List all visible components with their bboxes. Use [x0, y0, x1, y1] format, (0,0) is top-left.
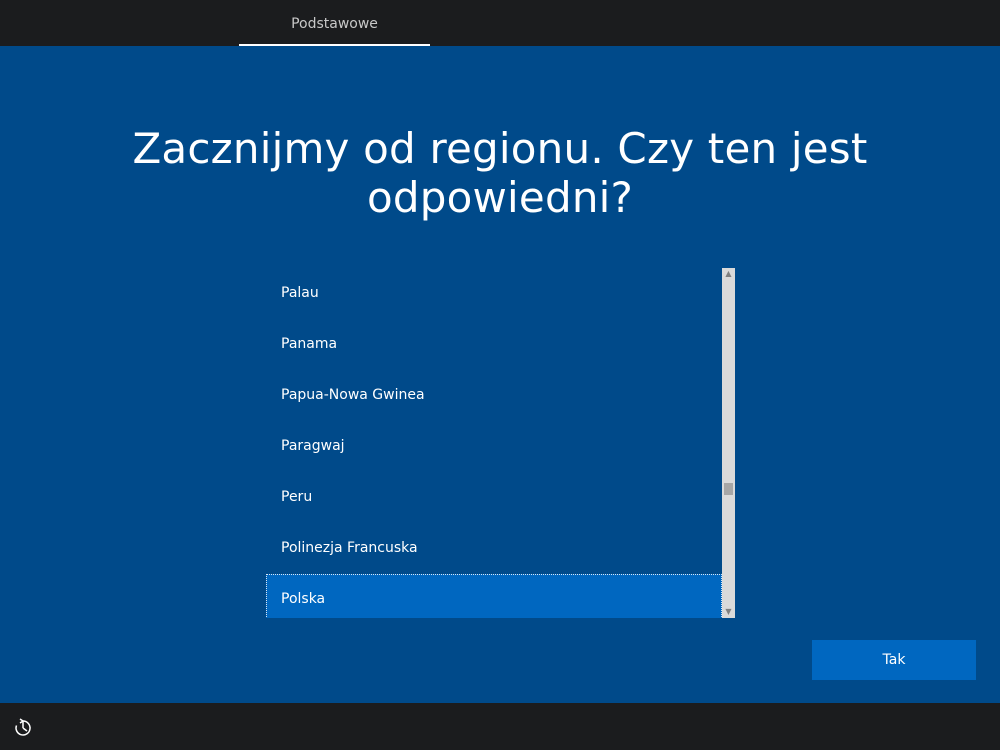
list-item-poland-selected[interactable]: Polska	[266, 574, 722, 618]
scroll-down-icon[interactable]: ▼	[722, 606, 735, 618]
list-item-peru[interactable]: Peru	[266, 472, 722, 523]
list-item-french-polynesia[interactable]: Polinezja Francuska	[266, 523, 722, 574]
bottom-bar	[0, 703, 1000, 750]
main-panel: Zacznijmy od regionu. Czy ten jest odpow…	[0, 46, 1000, 703]
scroll-thumb[interactable]	[724, 483, 733, 495]
top-bar: Podstawowe	[0, 0, 1000, 46]
list-item-panama[interactable]: Panama	[266, 319, 722, 370]
list-scrollbar[interactable]: ▲ ▼	[722, 268, 735, 618]
tab-basics[interactable]: Podstawowe	[239, 0, 430, 46]
ease-of-access-icon[interactable]	[12, 717, 34, 739]
list-item-papua-new-guinea[interactable]: Papua-Nowa Gwinea	[266, 370, 722, 421]
page-title: Zacznijmy od regionu. Czy ten jest odpow…	[132, 124, 868, 222]
region-list[interactable]: Palau Panama Papua-Nowa Gwinea Paragwaj …	[266, 268, 722, 618]
scroll-up-icon[interactable]: ▲	[722, 268, 735, 280]
list-item-palau[interactable]: Palau	[266, 268, 722, 319]
yes-button[interactable]: Tak	[812, 640, 976, 680]
list-item-paraguay[interactable]: Paragwaj	[266, 421, 722, 472]
